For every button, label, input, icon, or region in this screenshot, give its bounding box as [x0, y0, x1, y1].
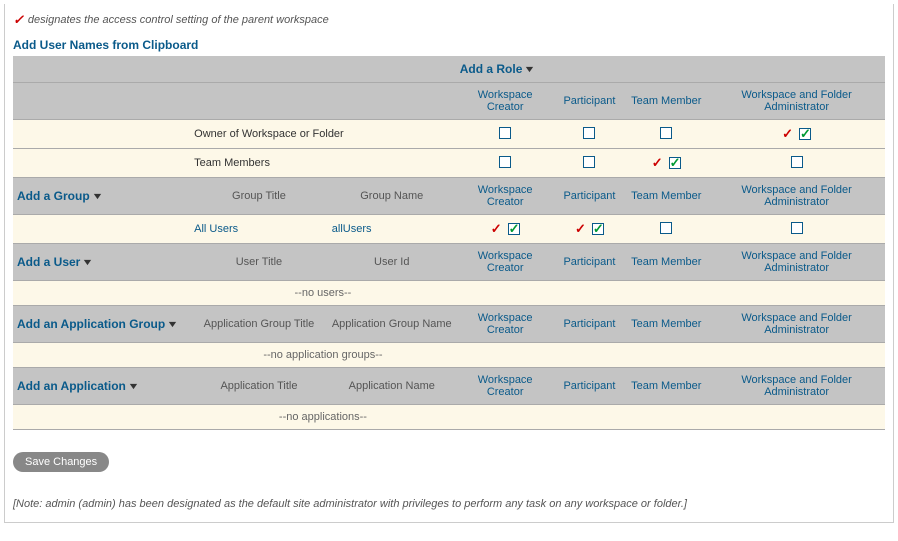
role-col-wf-admin[interactable]: Workspace and Folder Administrator	[741, 250, 851, 274]
col-title: User Title	[236, 256, 282, 268]
role-col-wf-admin[interactable]: Workspace and Folder Administrator	[741, 184, 851, 208]
add-app-link[interactable]: Add an Application ▼	[17, 379, 138, 393]
section-header-app: Add an Application ▼ Application Title A…	[13, 368, 885, 405]
inherited-check-icon: ✓	[575, 221, 586, 237]
role-checkbox[interactable]	[799, 128, 811, 140]
chevron-down-icon: ▼	[91, 191, 103, 201]
check-icon: ✓	[13, 12, 24, 28]
col-name: User Id	[374, 256, 409, 268]
role-checkbox[interactable]	[583, 156, 595, 168]
role-col-participant[interactable]: Participant	[563, 256, 615, 268]
chevron-down-icon: ▼	[82, 257, 94, 267]
row-name-link[interactable]: allUsers	[332, 223, 372, 235]
col-title: Application Group Title	[204, 318, 315, 330]
role-col-workspace-creator[interactable]: Workspace Creator	[478, 312, 533, 336]
col-title: Application Title	[220, 380, 297, 392]
empty-message: --no applications--	[279, 411, 367, 423]
role-checkbox[interactable]	[583, 127, 595, 139]
role-checkbox[interactable]	[499, 127, 511, 139]
principal-row: Team Members ✓	[13, 149, 885, 178]
role-col-team-member[interactable]: Team Member	[631, 190, 701, 202]
admin-note: [Note: admin (admin) has been designated…	[13, 498, 885, 510]
role-col-wf-admin[interactable]: Workspace and Folder Administrator	[741, 312, 851, 336]
col-name: Application Group Name	[332, 318, 452, 330]
add-user-link[interactable]: Add a User ▼	[17, 255, 92, 269]
add-role-link[interactable]: Add a Role ▼	[460, 62, 535, 76]
role-checkbox[interactable]	[508, 223, 520, 235]
role-col-team-member[interactable]: Team Member	[631, 318, 701, 330]
principal-label: Team Members	[194, 157, 270, 169]
principal-label: Owner of Workspace or Folder	[194, 128, 344, 140]
col-name: Group Name	[360, 190, 423, 202]
role-col-wf-admin[interactable]: Workspace and Folder Administrator	[741, 89, 851, 113]
col-name: Application Name	[349, 380, 435, 392]
chevron-down-icon: ▼	[524, 64, 536, 74]
section-header-appgroup: Add an Application Group ▼ Application G…	[13, 306, 885, 343]
role-col-wf-admin[interactable]: Workspace and Folder Administrator	[741, 374, 851, 398]
section-header-group: Add a Group ▼ Group Title Group Name Wor…	[13, 178, 885, 215]
row-title-link[interactable]: All Users	[194, 223, 238, 235]
add-from-clipboard-link[interactable]: Add User Names from Clipboard	[13, 38, 198, 52]
add-group-link[interactable]: Add a Group ▼	[17, 189, 102, 203]
role-checkbox[interactable]	[592, 223, 604, 235]
role-col-participant[interactable]: Participant	[563, 318, 615, 330]
role-checkbox[interactable]	[669, 157, 681, 169]
empty-row: --no users--	[13, 281, 885, 306]
chevron-down-icon: ▼	[127, 381, 139, 391]
inherited-check-icon: ✓	[491, 221, 502, 237]
role-col-participant[interactable]: Participant	[563, 380, 615, 392]
section-header-user: Add a User ▼ User Title User Id Workspac…	[13, 244, 885, 281]
role-col-workspace-creator[interactable]: Workspace Creator	[478, 184, 533, 208]
add-appgroup-link[interactable]: Add an Application Group ▼	[17, 317, 177, 331]
role-col-workspace-creator[interactable]: Workspace Creator	[478, 89, 533, 113]
role-col-participant[interactable]: Participant	[563, 95, 615, 107]
legend-label: designates the access control setting of…	[28, 14, 329, 26]
empty-message: --no application groups--	[263, 349, 382, 361]
role-col-team-member[interactable]: Team Member	[631, 95, 701, 107]
role-checkbox[interactable]	[791, 222, 803, 234]
empty-row: --no application groups--	[13, 343, 885, 368]
role-col-workspace-creator[interactable]: Workspace Creator	[478, 250, 533, 274]
role-col-workspace-creator[interactable]: Workspace Creator	[478, 374, 533, 398]
add-role-label: Add a Role	[460, 62, 523, 76]
data-row: All Users allUsers ✓ ✓	[13, 215, 885, 244]
empty-row: --no applications--	[13, 405, 885, 430]
col-title: Group Title	[232, 190, 286, 202]
legend-text: ✓ designates the access control setting …	[13, 12, 885, 28]
role-col-team-member[interactable]: Team Member	[631, 256, 701, 268]
access-table: Add a Role ▼ Workspace Creator Participa…	[13, 56, 885, 430]
role-checkbox[interactable]	[660, 127, 672, 139]
role-checkbox[interactable]	[660, 222, 672, 234]
chevron-down-icon: ▼	[166, 319, 178, 329]
empty-message: --no users--	[295, 287, 352, 299]
principal-row: Owner of Workspace or Folder ✓	[13, 120, 885, 149]
role-col-team-member[interactable]: Team Member	[631, 380, 701, 392]
save-changes-button[interactable]: Save Changes	[13, 452, 109, 472]
role-checkbox[interactable]	[791, 156, 803, 168]
inherited-check-icon: ✓	[652, 155, 663, 171]
role-checkbox[interactable]	[499, 156, 511, 168]
inherited-check-icon: ✓	[782, 126, 793, 142]
role-col-participant[interactable]: Participant	[563, 190, 615, 202]
